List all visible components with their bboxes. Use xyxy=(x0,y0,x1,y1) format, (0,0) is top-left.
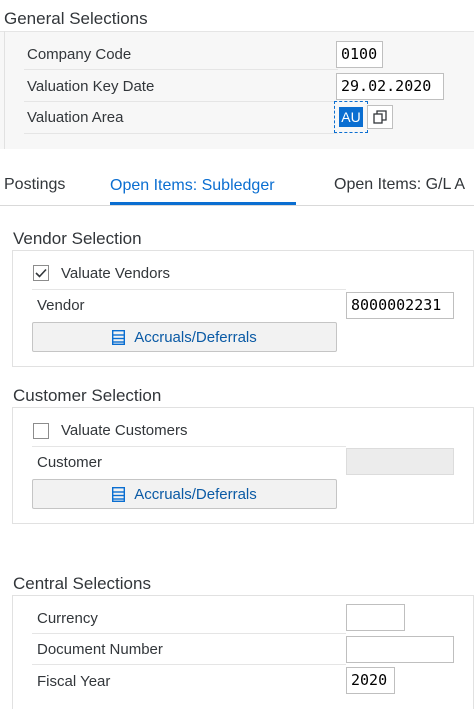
tab-postings[interactable]: Postings xyxy=(4,176,65,194)
vendor-field[interactable]: 8000002231 xyxy=(346,292,454,319)
document-number-field[interactable] xyxy=(346,636,454,663)
divider xyxy=(32,633,346,634)
valuate-customers-checkbox[interactable] xyxy=(33,423,49,439)
divider xyxy=(24,69,338,70)
vendor-accruals-label: Accruals/Deferrals xyxy=(134,328,257,346)
valuation-key-date-label: Valuation Key Date xyxy=(27,78,155,95)
valuation-area-field[interactable]: AU xyxy=(339,107,363,127)
currency-field[interactable] xyxy=(346,604,405,631)
fiscal-year-field[interactable]: 2020 xyxy=(346,667,395,694)
divider xyxy=(32,446,346,447)
vendor-selection-title: Vendor Selection xyxy=(13,229,142,248)
valuation-key-date-field[interactable]: 29.02.2020 xyxy=(336,73,444,100)
customer-field[interactable] xyxy=(346,448,454,475)
customer-selection-title: Customer Selection xyxy=(13,386,162,405)
divider xyxy=(24,133,338,134)
divider xyxy=(32,664,346,665)
tab-open-items-subledger[interactable]: Open Items: Subledger xyxy=(110,177,275,195)
valuate-vendors-checkbox[interactable] xyxy=(33,265,49,281)
document-number-label: Document Number xyxy=(37,641,163,658)
list-icon xyxy=(112,486,126,502)
customer-label: Customer xyxy=(37,454,103,471)
vendor-label: Vendor xyxy=(37,297,85,314)
divider xyxy=(24,101,338,102)
valuation-area-label: Valuation Area xyxy=(27,109,124,126)
general-selections-title: General Selections xyxy=(4,9,148,28)
tab-open-items-gl[interactable]: Open Items: G/L A xyxy=(334,176,465,194)
tab-divider xyxy=(0,205,474,206)
divider xyxy=(32,289,346,290)
currency-label: Currency xyxy=(37,610,98,627)
value-help-icon xyxy=(373,110,387,124)
central-selections-title: Central Selections xyxy=(13,574,151,593)
vendor-accruals-deferrals-button[interactable]: Accruals/Deferrals xyxy=(32,322,337,352)
fiscal-year-label: Fiscal Year xyxy=(37,673,111,690)
customer-accruals-deferrals-button[interactable]: Accruals/Deferrals xyxy=(32,479,337,509)
valuate-customers-label: Valuate Customers xyxy=(61,422,188,439)
valuate-vendors-label: Valuate Vendors xyxy=(61,265,170,282)
customer-accruals-label: Accruals/Deferrals xyxy=(134,485,257,503)
value-help-button[interactable] xyxy=(367,105,393,129)
list-icon xyxy=(112,329,126,345)
company-code-label: Company Code xyxy=(27,46,132,63)
checkmark-icon xyxy=(35,268,47,278)
company-code-field[interactable]: 0100 xyxy=(336,41,383,68)
